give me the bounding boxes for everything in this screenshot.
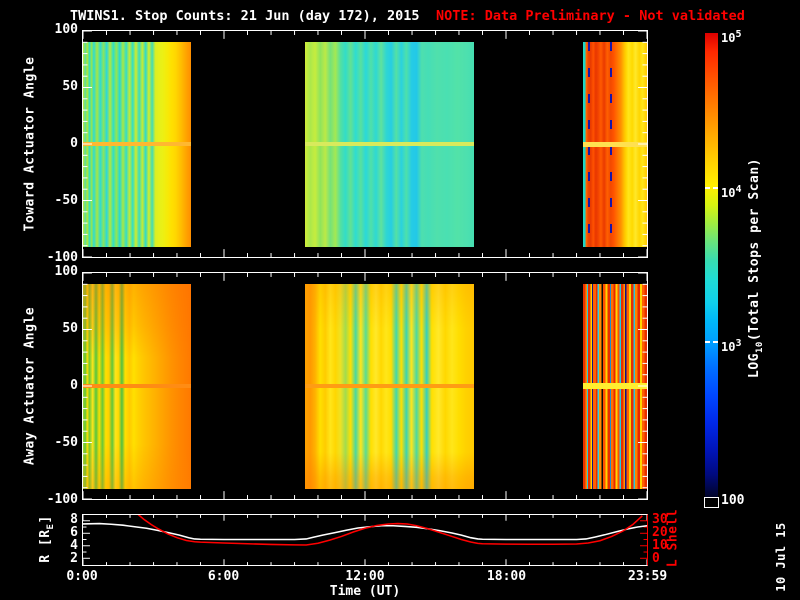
away-ytick-label: -50 <box>54 435 78 450</box>
toward-ytick-label: 50 <box>62 79 78 94</box>
toward-spectrogram-panel <box>82 30 648 258</box>
toward-ytick-label: -50 <box>54 193 78 208</box>
away-spectrogram-panel <box>82 272 648 500</box>
zero-angle-band <box>305 142 475 146</box>
colorbar-bottom-box <box>704 497 719 508</box>
colorbar-title-sub: 10 <box>754 341 765 354</box>
colorbar-decade-tick <box>713 186 718 189</box>
colorbar-tick-label: 104 <box>721 183 742 200</box>
colorbar <box>705 33 718 497</box>
zero-angle-band <box>83 142 191 146</box>
zero-angle-band <box>83 384 191 388</box>
time-tick-label: 6:00 <box>207 569 240 584</box>
time-tick-label: 18:00 <box>486 569 527 584</box>
time-axis-label: Time (UT) <box>329 584 401 599</box>
r-tick-label: 2 <box>70 551 78 566</box>
time-tick-label: 0:00 <box>66 569 98 584</box>
zero-angle-band <box>583 141 648 147</box>
toward-ytick-label: 100 <box>54 22 78 37</box>
colorbar-decade-tick <box>705 341 710 344</box>
ephemeris-plot <box>83 515 647 565</box>
ephemeris-panel <box>82 514 648 566</box>
away-ytick-label: 100 <box>54 264 78 279</box>
page-title: TWINS1. Stop Counts: 21 Jun (day 172), 2… <box>70 8 420 24</box>
zero-angle-band <box>583 383 648 389</box>
toward-spectrogram-blocks <box>83 31 648 257</box>
time-tick-label: 12:00 <box>345 569 385 584</box>
away-y-axis-label: Away Actuator Angle <box>22 306 38 466</box>
away-spectrogram-blocks <box>83 273 648 499</box>
colorbar-bottom-label: 100 <box>721 493 745 508</box>
time-tick-label: 23:59 <box>628 569 668 584</box>
away-ytick-label: -100 <box>46 492 78 507</box>
away-ytick-label: 50 <box>62 321 78 336</box>
preliminary-note: NOTE: Data Preliminary - Not validated <box>436 8 745 24</box>
colorbar-title-pre: LOG <box>747 353 763 379</box>
colorbar-tick-label: 103 <box>721 338 742 355</box>
colorbar-tick-label: 105 <box>721 29 742 45</box>
twins-stop-counts-figure: TWINS1. Stop Counts: 21 Jun (day 172), 2… <box>0 0 800 600</box>
zero-angle-band <box>305 384 475 388</box>
toward-y-axis-label: Toward Actuator Angle <box>22 56 38 232</box>
toward-ytick-label: 0 <box>70 136 78 151</box>
colorbar-title-post: (Total Stops per Scan) <box>747 157 763 342</box>
l-shell-tick-label: 0 <box>652 551 660 566</box>
colorbar-decade-tick <box>705 186 710 189</box>
away-ytick-label: 0 <box>70 378 78 393</box>
colorbar-decade-tick <box>713 341 718 344</box>
date-stamp: 10 Jul 15 <box>774 522 788 592</box>
colorbar-title: LOG10(Total Stops per Scan) <box>747 158 765 378</box>
